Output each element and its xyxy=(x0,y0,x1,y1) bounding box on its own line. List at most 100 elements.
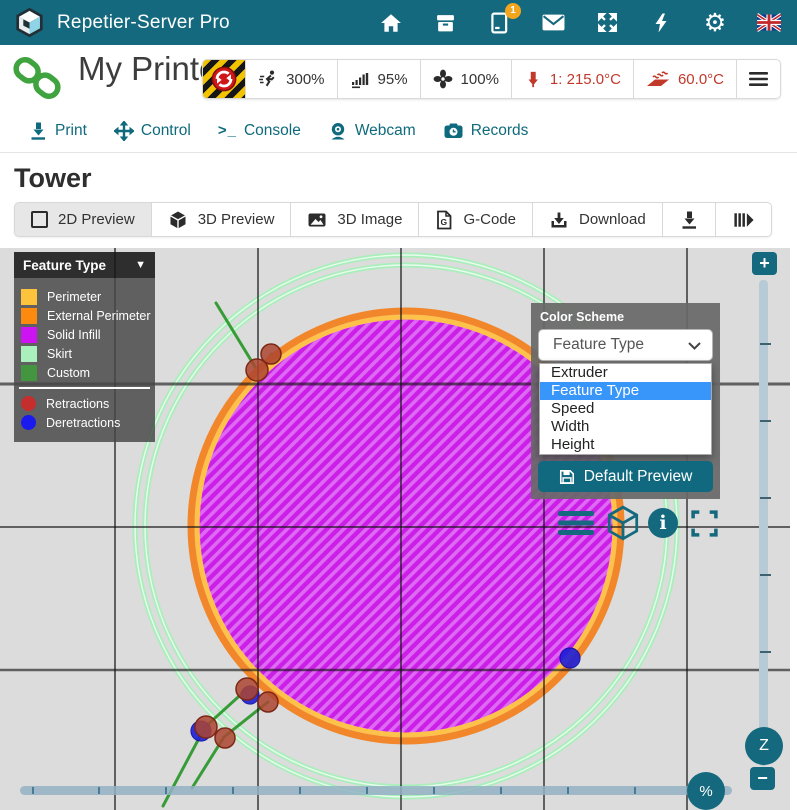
3d-preview-button[interactable]: 3D Preview xyxy=(151,202,292,237)
gcode-button[interactable]: G G-Code xyxy=(418,202,533,237)
legend-header[interactable]: Feature Type ▼ xyxy=(14,252,155,278)
expand-arrows-icon[interactable] xyxy=(595,11,619,35)
legend-item-retractions: Retractions xyxy=(14,394,155,413)
printer-tabs: Print Control >_ Console Webcam xyxy=(0,109,797,153)
flow-bars-icon xyxy=(350,69,370,89)
download-button[interactable]: Download xyxy=(532,202,663,237)
chevron-down-icon: ▼ xyxy=(135,259,146,271)
power-bolt-icon[interactable] xyxy=(649,11,673,35)
slider-tick xyxy=(567,787,569,794)
3d-image-button[interactable]: 3D Image xyxy=(290,202,419,237)
layer-animation-button[interactable] xyxy=(715,202,772,237)
canvas-menu-icon[interactable] xyxy=(558,511,594,540)
queue-badge: 1 xyxy=(505,3,521,19)
gcode-file-icon: G xyxy=(435,210,453,230)
slider-tick xyxy=(433,787,435,794)
speed-multiplier-button[interactable]: 300% xyxy=(245,59,337,99)
home-icon[interactable] xyxy=(379,11,403,35)
canvas-fullscreen-icon[interactable] xyxy=(690,509,719,543)
2d-preview-button[interactable]: 2D Preview xyxy=(14,202,152,237)
solid-infill-swatch xyxy=(21,327,37,343)
language-flag-icon[interactable] xyxy=(757,11,781,35)
option-speed[interactable]: Speed xyxy=(540,400,711,418)
2d-preview-label: 2D Preview xyxy=(58,211,135,228)
custom-swatch xyxy=(21,365,37,381)
zoom-out-button[interactable]: − xyxy=(750,767,775,790)
tab-webcam-label: Webcam xyxy=(355,122,416,140)
slider-tick xyxy=(760,420,771,422)
extruder-temp-button[interactable]: 1: 215.0°C xyxy=(511,59,634,99)
fan-icon xyxy=(433,69,453,89)
3d-image-label: 3D Image xyxy=(337,211,402,228)
tab-console[interactable]: >_ Console xyxy=(218,122,301,140)
flow-multiplier-button[interactable]: 95% xyxy=(337,59,421,99)
printer-header: My Printer 300% xyxy=(0,45,797,110)
color-scheme-options-list: Extruder Feature Type Speed Width Height xyxy=(539,363,712,455)
slider-tick xyxy=(232,787,234,794)
legend-item-solid-infill: Solid Infill xyxy=(14,325,155,344)
printer-status-bar: 300% 95% 100% xyxy=(202,59,781,99)
job-title: Tower xyxy=(14,163,92,194)
external-perimeter-swatch xyxy=(21,308,37,324)
image-icon xyxy=(307,210,327,230)
navbar-icon-group: 1 ⚙ xyxy=(379,11,783,35)
download-icon xyxy=(549,210,569,230)
printer-action-button[interactable] xyxy=(662,202,716,237)
percent-mode-button[interactable]: % xyxy=(687,772,725,810)
mail-icon[interactable] xyxy=(541,11,565,35)
speed-runner-icon xyxy=(258,69,278,89)
option-extruder[interactable]: Extruder xyxy=(540,364,711,382)
fan-speed-button[interactable]: 100% xyxy=(420,59,512,99)
bed-temp-button[interactable]: 60.0°C xyxy=(633,59,737,99)
archive-box-icon[interactable] xyxy=(433,11,457,35)
printer-menu-button[interactable] xyxy=(736,59,781,99)
hamburger-icon xyxy=(749,71,768,87)
repetier-server-app: Repetier-Server Pro 1 xyxy=(0,0,797,810)
extruder-temp-value: 1: 215.0°C xyxy=(550,71,621,88)
print-preview-area: Feature Type ▼ Perimeter External Perime… xyxy=(0,248,790,810)
gcode-label: G-Code xyxy=(463,211,516,228)
webcam-tab-icon xyxy=(328,121,348,141)
print-queue-icon[interactable]: 1 xyxy=(487,11,511,35)
control-tab-icon xyxy=(114,121,134,141)
slider-tick xyxy=(500,787,502,794)
option-height[interactable]: Height xyxy=(540,436,711,454)
tab-control[interactable]: Control xyxy=(114,121,191,141)
app-title: Repetier-Server Pro xyxy=(57,12,230,34)
z-mode-button[interactable]: Z xyxy=(745,727,783,765)
tab-webcam[interactable]: Webcam xyxy=(328,121,416,141)
zoom-in-button[interactable]: + xyxy=(752,252,777,275)
horizontal-progress-slider[interactable] xyxy=(20,786,732,795)
slider-tick xyxy=(366,787,368,794)
slider-tick xyxy=(165,787,167,794)
legend-divider xyxy=(19,387,150,389)
slider-tick xyxy=(760,497,771,499)
tab-print[interactable]: Print xyxy=(28,121,87,141)
chevron-down-icon xyxy=(688,342,701,350)
legend-item-perimeter: Perimeter xyxy=(14,287,155,306)
download-label: Download xyxy=(579,211,646,228)
records-tab-icon xyxy=(443,121,464,141)
default-preview-button[interactable]: Default Preview xyxy=(538,461,713,492)
tab-records[interactable]: Records xyxy=(443,121,529,141)
print-tab-icon xyxy=(28,121,48,141)
canvas-3d-cube-icon[interactable] xyxy=(604,504,642,547)
slider-tick xyxy=(760,343,771,345)
legend-item-external-perimeter: External Perimeter xyxy=(14,306,155,325)
slider-tick xyxy=(634,787,636,794)
slider-tick xyxy=(299,787,301,794)
emergency-stop-button[interactable] xyxy=(202,59,246,99)
canvas-info-icon[interactable]: i xyxy=(648,508,678,538)
vertical-layer-slider[interactable] xyxy=(759,280,768,766)
legend-panel: Feature Type ▼ Perimeter External Perime… xyxy=(14,252,155,442)
layers-play-icon xyxy=(732,210,755,230)
slider-tick xyxy=(760,574,771,576)
slider-tick xyxy=(760,651,771,653)
repetier-logo-icon[interactable] xyxy=(14,7,45,38)
settings-gear-icon[interactable]: ⚙ xyxy=(703,11,727,35)
slider-tick xyxy=(98,787,100,794)
option-feature-type[interactable]: Feature Type xyxy=(540,382,711,400)
color-scheme-select[interactable]: Feature Type xyxy=(538,329,713,361)
retractions-dot-swatch xyxy=(21,396,36,411)
option-width[interactable]: Width xyxy=(540,418,711,436)
